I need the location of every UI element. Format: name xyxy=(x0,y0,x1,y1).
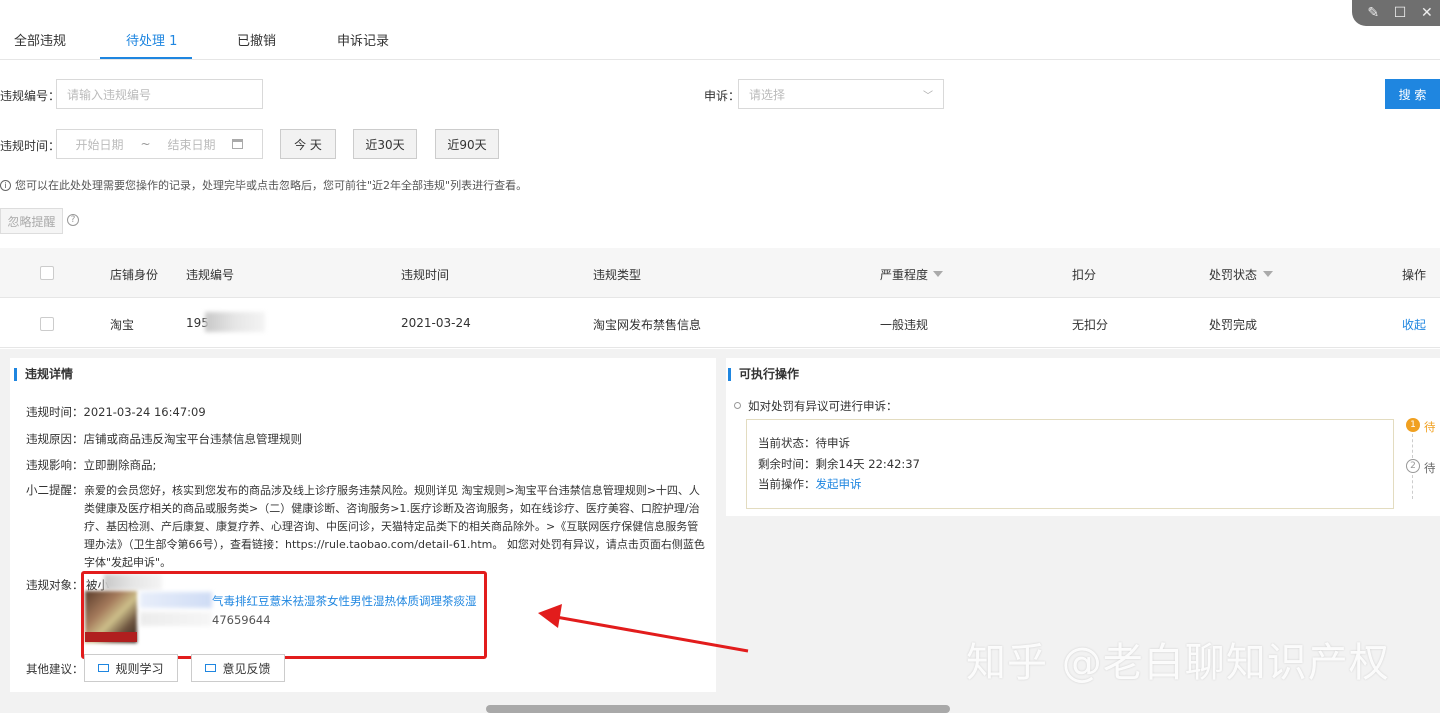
watermark: 知乎 @老白聊知识产权 xyxy=(966,640,1390,686)
red-arrow-icon xyxy=(538,604,749,653)
horizontal-scrollbar[interactable] xyxy=(486,705,950,713)
